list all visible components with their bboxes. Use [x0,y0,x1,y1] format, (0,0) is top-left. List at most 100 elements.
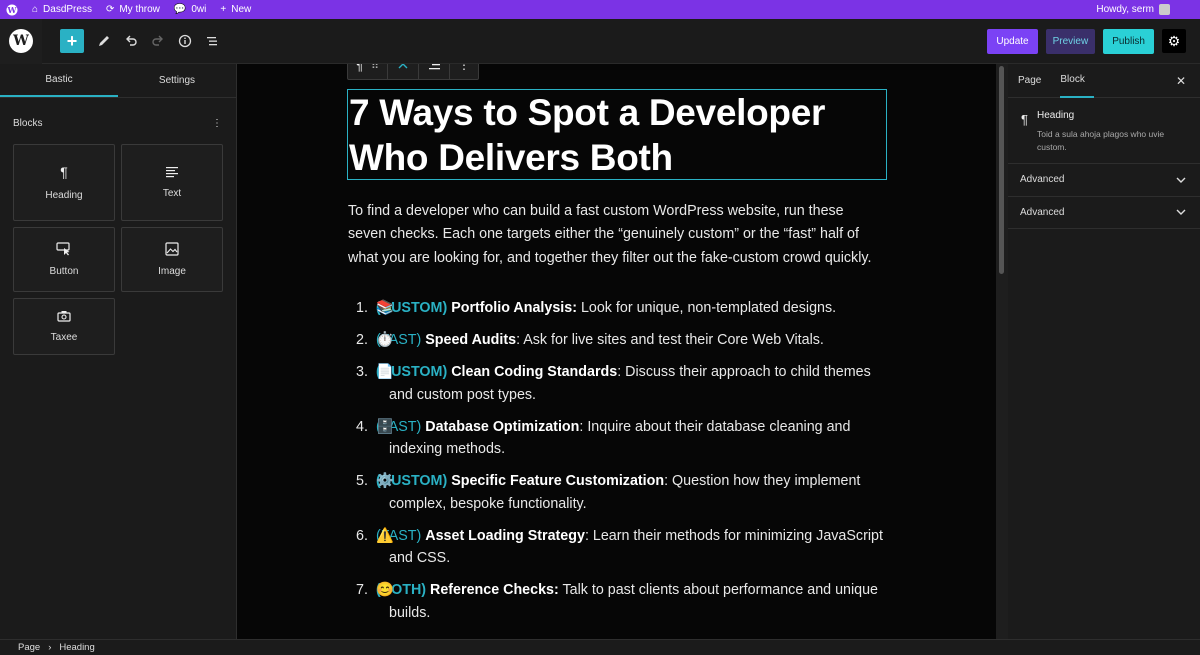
emoji-icon: 😊 [376,582,394,598]
settings-button[interactable]: ⚙ [1162,29,1186,53]
block-label: Image [158,266,186,277]
new-content-link[interactable]: + New [220,4,251,15]
redo-button[interactable] [146,29,170,53]
comments-link[interactable]: 💬 0wi [174,4,206,15]
list-item[interactable]: 5. ⚙️ (CUSTOM) Specific Feature Customizat… [348,470,888,515]
checks-list[interactable]: 1. 📚 (CUSTOM) Portfolio Analysis: Look for… [348,297,888,634]
drag-handle-icon[interactable]: ⠿ [371,64,379,72]
account-menu[interactable]: Howdy, serm [1096,4,1170,15]
updates-link[interactable]: ⟳ My throw [106,4,160,15]
editor-canvas: ¶ ⠿ ⋮ 7 Ways to Spot a Developer Who Del… [237,64,996,639]
paragraph-icon: ¶ [60,164,68,180]
home-icon: ⌂ [32,4,39,15]
settings-tabs: Page Block ✕ [1008,64,1200,98]
tools-button[interactable] [92,29,116,53]
block-toolbar: ¶ ⠿ ⋮ [347,64,480,80]
more-options-icon: ⋮ [458,64,471,72]
block-inserter-panel: Bastic Settings Blocks ⋮ ¶ Heading Text … [0,64,237,639]
details-button[interactable] [173,29,197,53]
list-view-button[interactable] [200,29,224,53]
breadcrumb-heading[interactable]: Heading [59,642,94,653]
site-name-link[interactable]: ⌂ DasdPress [32,4,92,15]
block-button[interactable]: Button [13,227,115,292]
redo-icon [152,35,163,46]
wp-logo-button[interactable]: W [0,18,42,64]
block-label: Button [49,266,79,277]
plus-icon: + [220,4,227,15]
advanced-panel-2[interactable]: Advanced [1008,197,1200,229]
list-item[interactable]: 2. ⏱️ (FAST) Speed Audits: Ask for live si… [348,329,888,352]
list-item[interactable]: 3. 📄 (CUSTOM) Clean Coding Standards: Disc… [348,361,888,406]
list-item[interactable]: 6. ⚠️ (FAST) Asset Loading Strategy: Learn… [348,525,888,570]
new-label: New [231,4,252,15]
block-taxee[interactable]: Taxee [13,298,115,355]
item-text: Look for unique, non-templated designs. [576,300,837,316]
block-image[interactable]: Image [121,227,223,292]
comments-count: 0wi [191,4,207,15]
panel-title: Advanced [1020,174,1065,186]
align-controls [419,64,451,79]
blocks-header: Blocks ⋮ [0,102,236,144]
update-button[interactable]: Update [987,28,1038,54]
block-heading[interactable]: ¶ Heading [13,144,115,221]
advanced-panel-1[interactable]: Advanced [1008,164,1200,197]
publish-button[interactable]: Publish [1103,28,1154,54]
admin-bar: W ⌂ DasdPress ⟳ My throw 💬 0wi + New How… [0,0,1200,19]
list-item[interactable]: 7. 😊 (BOTH) Reference Checks: Talk to past… [348,579,888,624]
canvas-scrollbar[interactable] [996,64,1008,639]
tab-settings[interactable]: Settings [118,64,236,97]
item-title: Database Optimization [425,418,580,435]
item-title: Asset Loading Strategy [425,527,585,544]
item-text: : Ask for live sites and test their Core… [516,332,824,348]
panel-title: Advanced [1020,206,1065,218]
list-number: 6. [356,527,368,544]
block-description: Toid a sula ahoja plagos who uvie custom… [1036,129,1165,152]
pencil-icon [99,36,109,46]
breadcrumb-page[interactable]: Page [18,642,40,653]
paragraph-icon: ¶ [356,64,363,73]
settings-sidebar: Page Block ✕ ¶ Heading Toid a sula ahoja… [1008,64,1200,639]
list-item[interactable]: 4. 🗄️ (FAST) Database Optimization: Inquir… [348,416,888,461]
chevron-down-icon [1176,177,1186,183]
scrollbar-thumb[interactable] [999,66,1004,274]
align-right-icon[interactable] [427,64,441,71]
chevron-right-icon: › [48,642,52,653]
post-heading[interactable]: 7 Ways to Spot a Developer Who Delivers … [349,90,879,180]
list-number: 7. [356,582,368,598]
emoji-icon: ⏱️ [376,332,394,348]
block-options-button[interactable]: ⋮ [450,64,478,79]
tab-bastic[interactable]: Bastic [0,64,118,97]
undo-button[interactable] [119,29,143,53]
wordpress-icon: W [6,4,18,15]
list-item[interactable]: 1. 📚 (CUSTOM) Portfolio Analysis: Look for… [348,297,888,320]
item-title: Reference Checks: [430,582,559,598]
preview-button[interactable]: Preview [1045,28,1096,54]
item-title: Portfolio Analysis: [451,300,577,316]
tab-block[interactable]: Block [1060,64,1094,98]
button-cursor-icon [56,242,70,256]
updates-label: My throw [119,4,160,15]
toolbar-actions: Update Preview Publish ⚙ [987,28,1186,54]
intro-paragraph[interactable]: To find a developer who can build a fast… [348,200,883,270]
block-type-switcher[interactable]: ¶ ⠿ [348,64,389,79]
svg-text:W: W [7,5,18,15]
site-name: DasdPress [43,4,92,15]
item-title: Specific Feature Customization [451,473,665,489]
text-lines-icon [166,167,178,178]
align-top-icon[interactable] [396,64,410,71]
list-number: 4. [356,418,368,435]
blocks-heading: Blocks [13,117,43,129]
block-label: Taxee [50,332,78,343]
block-text[interactable]: Text [121,144,223,221]
item-title: Speed Audits [425,332,517,348]
wordpress-icon: W [9,29,33,53]
list-number: 3. [356,364,368,380]
more-options-icon[interactable]: ⋮ [212,118,222,129]
list-number: 5. [356,473,368,489]
emoji-icon: 📚 [376,300,394,316]
add-block-button[interactable]: + [60,29,84,53]
tab-page[interactable]: Page [1018,64,1050,98]
wp-admin-logo[interactable]: W [6,4,18,16]
close-icon[interactable]: ✕ [1176,74,1186,88]
avatar [1159,4,1170,15]
